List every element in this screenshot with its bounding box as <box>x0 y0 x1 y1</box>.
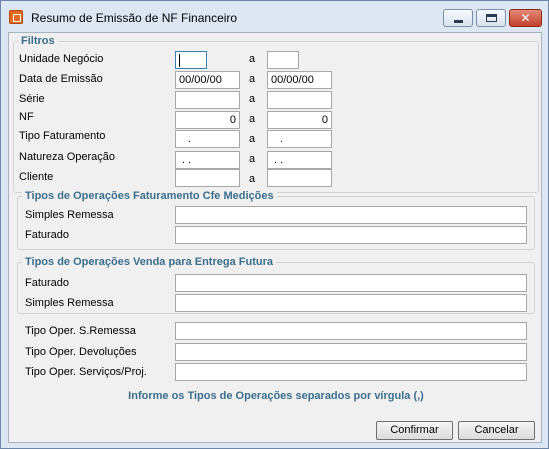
filtros-title: Filtros <box>18 35 58 48</box>
natureza-operacao-from-input[interactable]: . . <box>175 151 240 169</box>
app-icon <box>9 10 23 24</box>
unidade-negocio-label: Unidade Negócio <box>19 53 104 65</box>
range-separator: a <box>249 133 256 145</box>
medicoes-faturado-label: Faturado <box>25 229 70 241</box>
cliente-label: Cliente <box>19 171 54 183</box>
serie-from-input[interactable] <box>175 91 240 109</box>
cliente-from-input[interactable] <box>175 169 240 187</box>
close-icon: ✕ <box>520 11 531 25</box>
tipo-faturamento-label: Tipo Faturamento <box>19 130 106 142</box>
dialog-body: Filtros Unidade Negócio a Data de Emissã… <box>8 32 542 443</box>
tipo-faturamento-from-input[interactable]: . <box>175 130 240 148</box>
serie-to-input[interactable] <box>267 91 332 109</box>
entrega-faturado-label: Faturado <box>25 277 70 289</box>
data-emissao-label: Data de Emissão <box>19 73 103 85</box>
title-bar[interactable]: Resumo de Emissão de NF Financeiro ✕ <box>1 1 548 31</box>
nf-label: NF <box>19 111 34 123</box>
natureza-operacao-label: Natureza Operação <box>19 151 115 163</box>
cliente-to-input[interactable] <box>267 169 332 187</box>
medicoes-faturado-input[interactable] <box>175 226 527 244</box>
tipo-oper-s-remessa-input[interactable] <box>175 322 527 340</box>
range-separator: a <box>249 53 256 65</box>
minimize-button[interactable] <box>443 9 473 27</box>
tipo-oper-servicos-input[interactable] <box>175 363 527 381</box>
range-separator: a <box>249 113 256 125</box>
entrega-simples-remessa-label: Simples Remessa <box>25 297 114 309</box>
tipo-oper-s-remessa-label: Tipo Oper. S.Remessa <box>25 325 136 337</box>
dialog-window: Resumo de Emissão de NF Financeiro ✕ Fil… <box>0 0 549 449</box>
window-title: Resumo de Emissão de NF Financeiro <box>31 11 238 25</box>
data-emissao-to-input[interactable]: 00/00/00 <box>267 71 332 89</box>
confirm-button[interactable]: Confirmar <box>376 421 453 440</box>
tipo-faturamento-to-input[interactable]: . <box>267 130 332 148</box>
tipo-oper-devolucoes-input[interactable] <box>175 343 527 361</box>
entrega-futura-title: Tipos de Operações Venda para Entrega Fu… <box>22 256 276 269</box>
cancel-label: Cancelar <box>474 424 519 436</box>
range-separator: a <box>249 93 256 105</box>
cancel-button[interactable]: Cancelar <box>458 421 535 440</box>
data-emissao-from-input[interactable]: 00/00/00 <box>175 71 240 89</box>
entrega-simples-remessa-input[interactable] <box>175 294 527 312</box>
range-separator: a <box>249 153 256 165</box>
serie-label: Série <box>19 93 45 105</box>
tipo-oper-servicos-label: Tipo Oper. Serviços/Proj. <box>25 366 147 378</box>
nf-to-input[interactable]: 0 <box>267 111 332 129</box>
tipo-oper-devolucoes-label: Tipo Oper. Devoluções <box>25 346 137 358</box>
nf-from-input[interactable]: 0 <box>175 111 240 129</box>
unidade-negocio-to-input[interactable] <box>267 51 299 69</box>
text-caret <box>179 53 180 67</box>
close-button[interactable]: ✕ <box>509 9 542 27</box>
hint-text: Informe os Tipos de Operações separados … <box>128 390 424 402</box>
medicoes-simples-remessa-label: Simples Remessa <box>25 209 114 221</box>
minimize-icon <box>454 20 463 23</box>
medicoes-title: Tipos de Operações Faturamento Cfe Mediç… <box>22 190 277 203</box>
range-separator: a <box>249 173 256 185</box>
medicoes-simples-remessa-input[interactable] <box>175 206 527 224</box>
entrega-faturado-input[interactable] <box>175 274 527 292</box>
unidade-negocio-from-input[interactable] <box>175 51 207 69</box>
natureza-operacao-to-input[interactable]: . . <box>267 151 332 169</box>
confirm-label: Confirmar <box>390 424 439 436</box>
maximize-icon <box>486 14 497 22</box>
maximize-button[interactable] <box>476 9 506 27</box>
range-separator: a <box>249 73 256 85</box>
